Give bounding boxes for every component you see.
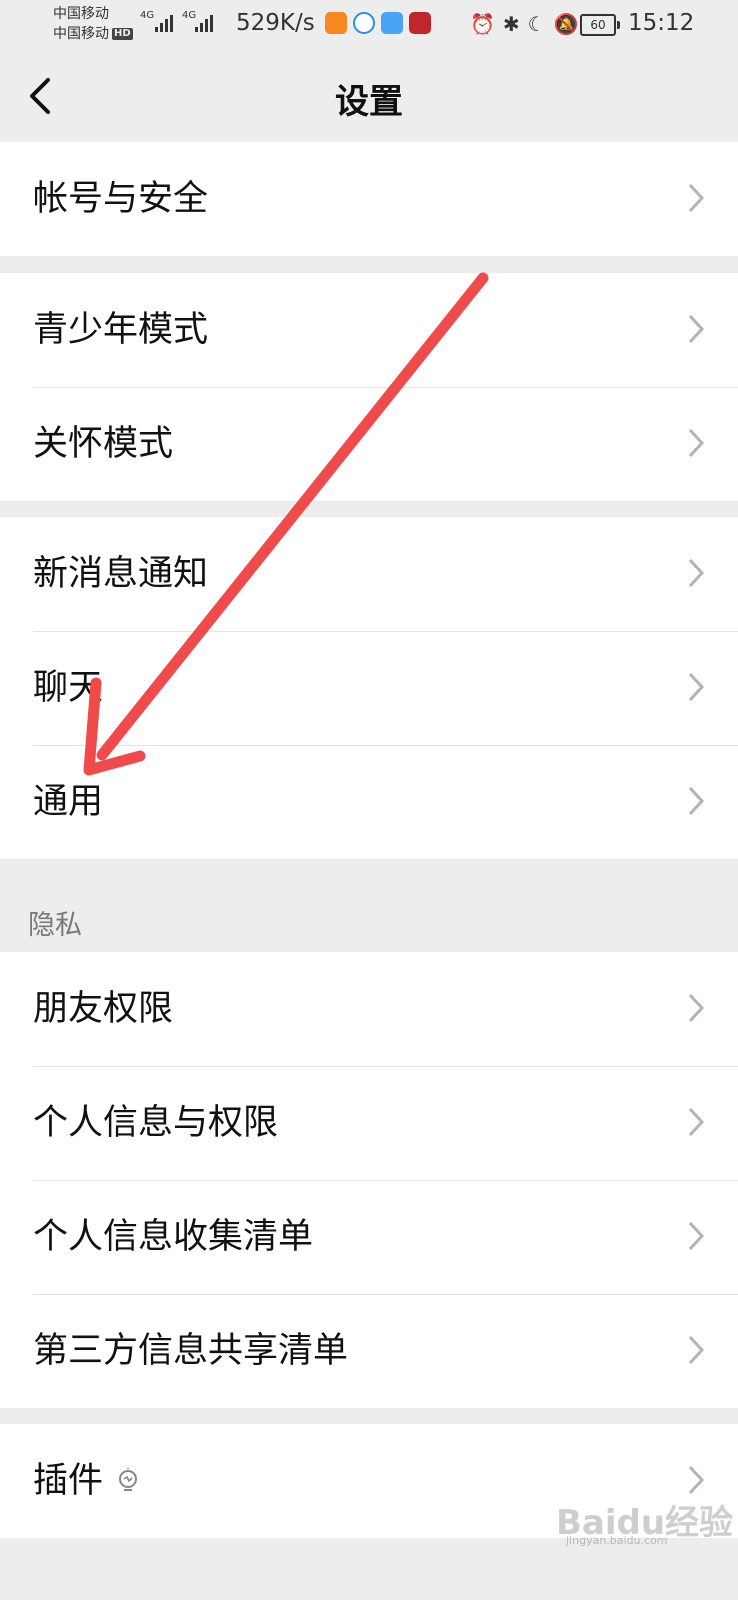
settings-item-teen-mode[interactable]: 青少年模式 <box>0 273 738 387</box>
settings-item-care-mode[interactable]: 关怀模式 <box>0 387 738 501</box>
settings-item-label: 个人信息与权限 <box>33 1103 279 1143</box>
section-header-privacy: 隐私 <box>28 910 82 941</box>
signal-icon-2 <box>195 13 215 32</box>
settings-item-label: 新消息通知 <box>33 554 209 594</box>
settings-group-modes: 青少年模式 关怀模式 <box>0 273 738 501</box>
settings-item-label-wrap: 插件 <box>33 1424 139 1538</box>
settings-group-privacy: 朋友权限 个人信息与权限 个人信息收集清单 第三方信息共享清单 <box>0 952 738 1408</box>
store-app-icon <box>381 12 403 34</box>
settings-item-personal-info-permissions[interactable]: 个人信息与权限 <box>0 1066 738 1180</box>
settings-item-label: 通用 <box>33 782 104 822</box>
network-speed: 529K/s <box>236 10 315 36</box>
settings-group-general: 新消息通知 聊天 通用 <box>0 517 738 859</box>
chevron-right-icon <box>688 672 704 702</box>
reader-app-icon <box>409 12 431 34</box>
settings-group-account: 帐号与安全 <box>0 142 738 256</box>
carrier-info: 中国移动 中国移动 HD <box>53 4 133 44</box>
chevron-right-icon <box>688 558 704 588</box>
page-title: 设置 <box>335 82 403 122</box>
system-icons: ⏰ ✱ ☾ 🔕 <box>470 12 587 36</box>
chevron-right-icon <box>688 1465 704 1495</box>
carrier-2: 中国移动 <box>53 26 109 42</box>
settings-item-personal-info-collection[interactable]: 个人信息收集清单 <box>0 1180 738 1294</box>
moon-icon: ☾ <box>527 12 546 36</box>
chevron-right-icon <box>688 1107 704 1137</box>
chevron-right-icon <box>688 183 704 213</box>
browser-app-icon <box>353 12 375 34</box>
settings-item-third-party-sharing[interactable]: 第三方信息共享清单 <box>0 1294 738 1408</box>
chevron-right-icon <box>688 993 704 1023</box>
chevron-right-icon <box>688 428 704 458</box>
settings-item-label: 第三方信息共享清单 <box>33 1331 349 1371</box>
settings-item-label: 聊天 <box>33 668 104 708</box>
chevron-right-icon <box>688 786 704 816</box>
settings-item-friend-permissions[interactable]: 朋友权限 <box>0 952 738 1066</box>
status-bar: 中国移动 中国移动 HD 4G 4G 529K/s ⏰ ✱ ☾ 🔕 60 15:12 <box>0 0 738 56</box>
settings-item-label: 个人信息收集清单 <box>33 1217 314 1257</box>
settings-item-notifications[interactable]: 新消息通知 <box>0 517 738 631</box>
battery-icon: 60 <box>580 14 620 36</box>
lightbulb-icon <box>119 1468 138 1491</box>
signal-icon <box>155 13 175 32</box>
video-app-icon <box>325 12 347 34</box>
settings-item-account-security[interactable]: 帐号与安全 <box>0 142 738 256</box>
settings-item-label: 青少年模式 <box>33 310 209 350</box>
carrier-1: 中国移动 <box>53 6 109 22</box>
settings-item-label: 帐号与安全 <box>33 179 209 219</box>
chevron-right-icon <box>688 1221 704 1251</box>
watermark-url: jingyan.baidu.com <box>566 1534 668 1547</box>
network-type-1: 4G <box>140 10 155 21</box>
settings-item-chat[interactable]: 聊天 <box>0 631 738 745</box>
settings-item-label: 朋友权限 <box>33 989 174 1029</box>
chevron-right-icon <box>688 1335 704 1365</box>
settings-item-general[interactable]: 通用 <box>0 745 738 859</box>
bluetooth-icon: ✱ <box>502 12 520 36</box>
settings-item-label: 关怀模式 <box>33 424 174 464</box>
network-type-2: 4G <box>182 10 197 21</box>
settings-item-label: 插件 <box>33 1461 104 1501</box>
title-bar: 设置 <box>0 56 738 142</box>
mute-icon: 🔕 <box>553 12 579 36</box>
alarm-icon: ⏰ <box>470 12 495 36</box>
chevron-right-icon <box>688 314 704 344</box>
hd-badge: HD <box>112 28 133 40</box>
clock: 15:12 <box>628 10 695 36</box>
